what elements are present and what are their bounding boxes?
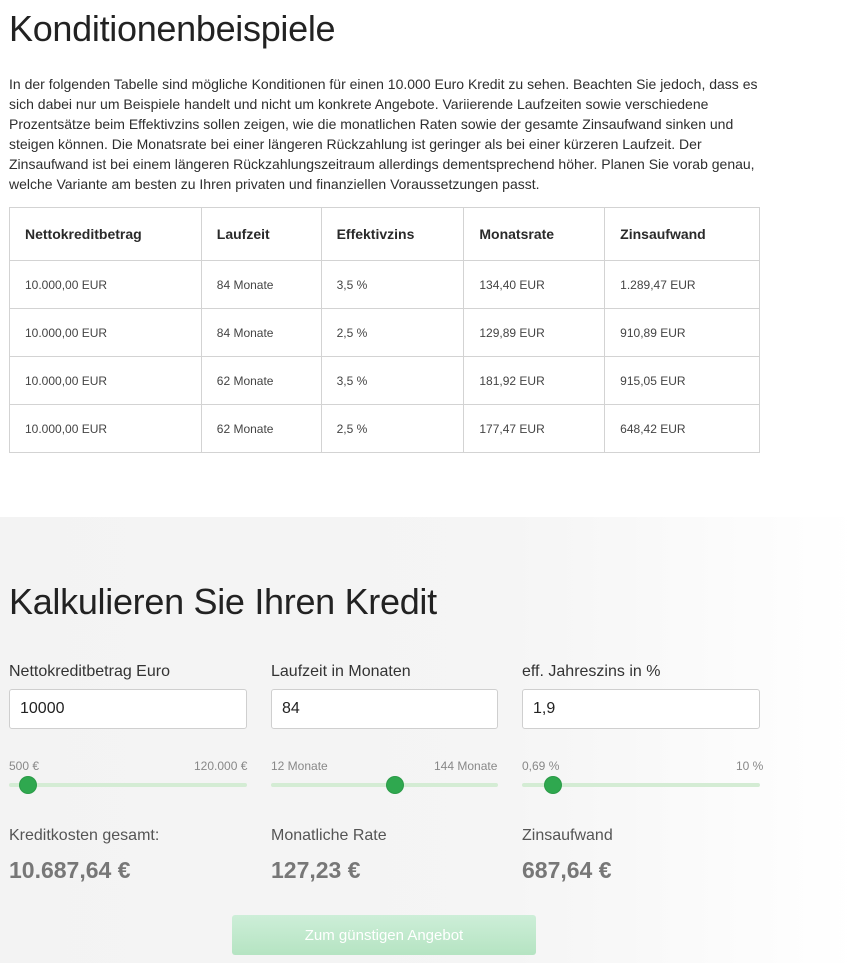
cell-monthly: 181,92 EUR — [463, 356, 606, 405]
conditions-intro: In der folgenden Tabelle sind mögliche K… — [9, 76, 758, 192]
calculator-section: Kalkulieren Sie Ihren Kredit Nettokredit… — [0, 517, 856, 963]
cell-interest: 915,05 EUR — [604, 356, 760, 405]
total-cost-value: 10.687,64 € — [9, 857, 131, 883]
cell-rate: 2,5 % — [320, 404, 465, 453]
cell-rate: 3,5 % — [320, 356, 465, 405]
cell-monthly: 134,40 EUR — [463, 260, 606, 309]
term-max-label: 144 Monate — [434, 759, 498, 773]
conditions-table: Nettokreditbetrag Laufzeit Effektivzins … — [9, 207, 760, 453]
total-cost-label: Kreditkosten gesamt: — [9, 827, 160, 844]
cell-amount: 10.000,00 EUR — [9, 404, 202, 453]
amount-min-label: 500 € — [9, 759, 40, 773]
interest-cost-label: Zinsaufwand — [522, 827, 613, 844]
rate-min-label: 0,69 % — [522, 759, 560, 773]
cell-term: 84 Monate — [200, 260, 322, 309]
header-monatsrate: Monatsrate — [463, 207, 606, 261]
table-row: 10.000,00 EUR 84 Monate 3,5 % 134,40 EUR… — [9, 260, 760, 309]
cell-monthly: 177,47 EUR — [463, 404, 606, 453]
cell-amount: 10.000,00 EUR — [9, 260, 202, 309]
term-slider-track[interactable] — [271, 783, 498, 787]
interest-cost-value: 687,64 € — [522, 857, 612, 883]
amount-input[interactable] — [9, 689, 247, 729]
table-row: 10.000,00 EUR 62 Monate 2,5 % 177,47 EUR… — [9, 404, 760, 453]
cell-interest: 910,89 EUR — [604, 308, 760, 357]
monthly-rate-value: 127,23 € — [271, 857, 361, 883]
cell-rate: 3,5 % — [320, 260, 465, 309]
cell-term: 84 Monate — [200, 308, 322, 357]
cell-term: 62 Monate — [200, 356, 322, 405]
term-slider-thumb[interactable] — [386, 777, 403, 793]
term-min-label: 12 Monate — [271, 759, 328, 773]
best-offer-button[interactable]: Zum günstigen Angebot — [232, 915, 536, 955]
cell-amount: 10.000,00 EUR — [9, 356, 202, 405]
conditions-title: Konditionenbeispiele — [9, 8, 336, 49]
rate-slider-thumb[interactable] — [544, 777, 561, 793]
header-zinsaufwand: Zinsaufwand — [604, 207, 760, 261]
term-label: Laufzeit in Monaten — [271, 663, 411, 680]
rate-label: eff. Jahreszins in % — [522, 663, 661, 680]
table-row: 10.000,00 EUR 62 Monate 3,5 % 181,92 EUR… — [9, 356, 760, 405]
amount-label: Nettokreditbetrag Euro — [9, 663, 170, 680]
amount-max-label: 120.000 € — [194, 759, 248, 773]
amount-slider-thumb[interactable] — [20, 777, 37, 793]
rate-max-label: 10 % — [736, 759, 764, 773]
calculator-title: Kalkulieren Sie Ihren Kredit — [9, 581, 437, 622]
cell-interest: 648,42 EUR — [604, 404, 760, 453]
cell-interest: 1.289,47 EUR — [604, 260, 760, 309]
table-header-row: Nettokreditbetrag Laufzeit Effektivzins … — [9, 207, 760, 261]
term-input[interactable] — [271, 689, 498, 729]
cell-amount: 10.000,00 EUR — [9, 308, 202, 357]
rate-input[interactable] — [522, 689, 760, 729]
cell-term: 62 Monate — [200, 404, 322, 453]
header-nettokreditbetrag: Nettokreditbetrag — [9, 207, 202, 261]
table-row: 10.000,00 EUR 84 Monate 2,5 % 129,89 EUR… — [9, 308, 760, 357]
header-laufzeit: Laufzeit — [200, 207, 322, 261]
cell-monthly: 129,89 EUR — [463, 308, 606, 357]
header-effektivzins: Effektivzins — [320, 207, 465, 261]
cell-rate: 2,5 % — [320, 308, 465, 357]
conditions-section: Konditionenbeispiele In der folgenden Ta… — [0, 0, 856, 517]
amount-slider-track[interactable] — [9, 783, 247, 787]
monthly-rate-label: Monatliche Rate — [271, 827, 387, 844]
